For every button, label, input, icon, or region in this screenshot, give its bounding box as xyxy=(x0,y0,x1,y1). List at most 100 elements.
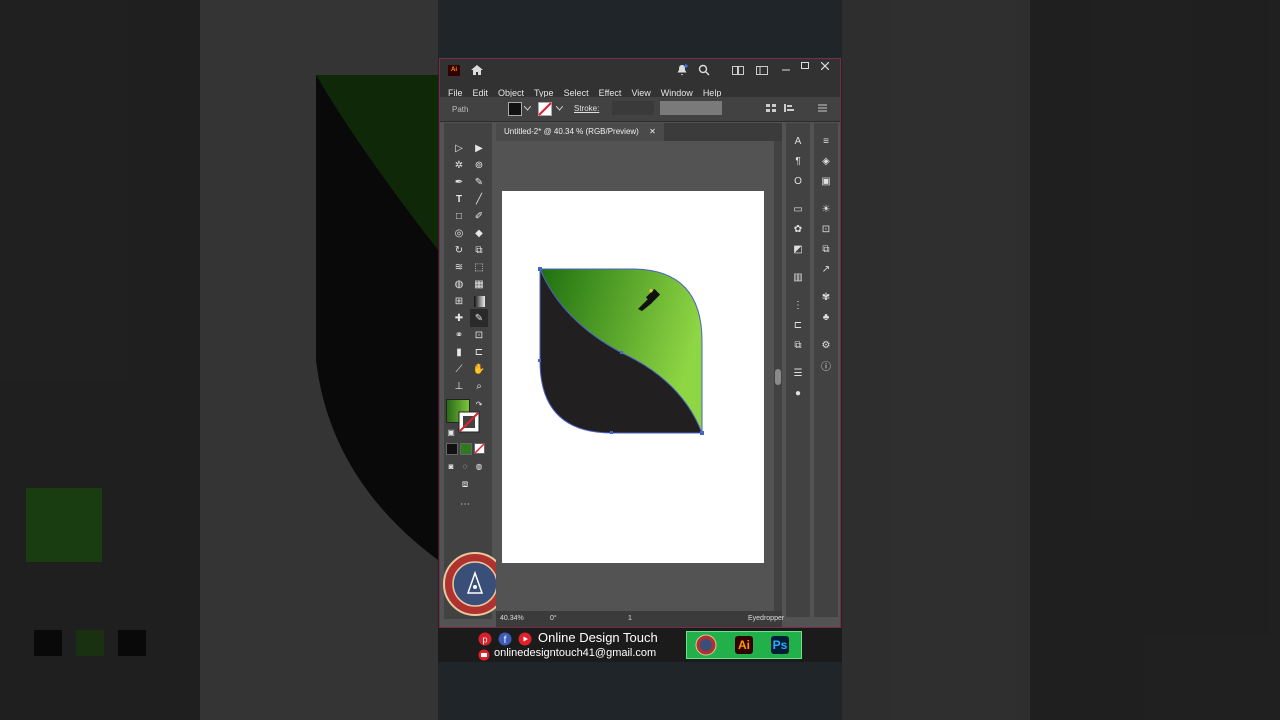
swatches-icon[interactable]: ⊡ xyxy=(820,223,832,235)
stroke-panel-icon[interactable]: ☰ xyxy=(792,367,804,379)
workspace-icon[interactable] xyxy=(756,66,768,75)
shaper-tool-icon[interactable]: ◎ xyxy=(452,226,466,240)
eraser-icon[interactable]: ◆ xyxy=(472,226,486,240)
align-icon[interactable] xyxy=(766,103,776,113)
lasso-icon[interactable]: ⊚ xyxy=(472,158,486,172)
export-icon[interactable]: ↗ xyxy=(820,263,832,275)
none-mode-button[interactable] xyxy=(474,443,486,455)
artboard[interactable] xyxy=(502,191,764,563)
zoom-level[interactable]: 40.34% xyxy=(500,615,524,622)
appearance-icon[interactable]: ✿ xyxy=(792,223,804,235)
eyedropper-active-icon[interactable]: ✎ xyxy=(470,309,488,327)
direct-selection-tool-icon[interactable]: ▶ xyxy=(472,141,486,155)
vertical-scrollbar[interactable] xyxy=(774,141,782,611)
pathfinder-panel-icon[interactable]: ⧉ xyxy=(792,339,804,351)
facebook-icon[interactable]: f xyxy=(498,632,512,646)
hand-tool-icon[interactable]: ✋ xyxy=(472,362,486,376)
scale-tool-icon[interactable]: ⧉ xyxy=(472,243,486,257)
free-transform-icon[interactable]: ⬚ xyxy=(472,260,486,274)
blend-tool-icon[interactable]: ⚭ xyxy=(452,328,466,342)
symbols-icon[interactable]: ♣ xyxy=(820,311,832,323)
pen-tool-icon[interactable]: ✒ xyxy=(452,175,466,189)
image-trace-icon[interactable]: ◩ xyxy=(792,243,804,255)
pinterest-icon[interactable]: p xyxy=(478,632,492,646)
svg-text:f: f xyxy=(504,635,507,646)
chevron-down-icon[interactable] xyxy=(524,106,531,111)
close-icon[interactable] xyxy=(821,62,829,70)
properties-icon[interactable]: ≡ xyxy=(820,135,832,147)
distribute-panel-icon[interactable]: ⊏ xyxy=(792,319,804,331)
color-icon[interactable]: ☀ xyxy=(820,203,832,215)
magic-wand-icon[interactable]: ✲ xyxy=(452,158,466,172)
screen-mode-icon[interactable]: ⧈ xyxy=(458,477,472,491)
bell-icon[interactable] xyxy=(676,64,688,76)
shape-builder-icon[interactable]: ◍ xyxy=(452,277,466,291)
arrange-documents-icon[interactable] xyxy=(732,66,744,75)
swap-colors-icon[interactable]: ↷ xyxy=(472,397,486,411)
layers-icon[interactable]: ◈ xyxy=(820,155,832,167)
chevron-down-icon[interactable] xyxy=(556,106,563,111)
search-icon[interactable] xyxy=(698,64,710,76)
draw-inside-icon[interactable]: ◍ xyxy=(472,459,486,473)
brushes-icon[interactable]: ✾ xyxy=(820,291,832,303)
background-dim-right xyxy=(842,0,1280,720)
gradient-mode-button[interactable] xyxy=(460,443,472,455)
stroke-weight-field[interactable] xyxy=(612,101,654,115)
artboard-number[interactable]: 1 xyxy=(628,615,632,622)
character-icon[interactable]: A xyxy=(792,135,804,147)
scroll-thumb[interactable] xyxy=(775,369,781,385)
type-tool-icon[interactable]: T xyxy=(452,192,466,206)
default-colors-icon[interactable]: ▣ xyxy=(444,425,458,439)
document-tab[interactable]: Untitled-2* @ 40.34 % (RGB/Preview) ✕ xyxy=(496,123,664,141)
color-mode-button[interactable] xyxy=(446,443,458,455)
artboard-tool-icon[interactable]: ⊏ xyxy=(472,345,486,359)
perspective-grid-icon[interactable]: ▦ xyxy=(472,277,486,291)
rotation-value[interactable]: 0° xyxy=(550,615,557,622)
rotate-tool-icon[interactable]: ↻ xyxy=(452,243,466,257)
graphic-styles-icon[interactable]: ⚙ xyxy=(820,339,832,351)
warp-tool-icon[interactable]: ≋ xyxy=(452,260,466,274)
canvas-area[interactable] xyxy=(496,141,774,611)
paintbrush-icon[interactable]: ✐ xyxy=(472,209,486,223)
opacity-field[interactable] xyxy=(660,101,722,115)
stroke-color-swatch[interactable] xyxy=(458,411,480,433)
tab-close-icon[interactable]: ✕ xyxy=(649,127,656,136)
eyedropper-cursor-icon xyxy=(638,288,661,311)
gradient-panel-icon[interactable]: ▥ xyxy=(792,271,804,283)
transform-icon[interactable] xyxy=(784,103,796,113)
title-bar: Ai xyxy=(440,59,840,81)
fill-swatch[interactable] xyxy=(508,102,522,116)
slice-tool-icon[interactable]: ⟋ xyxy=(452,362,466,376)
document-tab-bar: Untitled-2* @ 40.34 % (RGB/Preview) ✕ xyxy=(496,123,782,141)
stroke-swatch[interactable] xyxy=(538,102,552,116)
links-icon[interactable]: ⧉ xyxy=(820,243,832,255)
maximize-icon[interactable] xyxy=(801,62,809,70)
more-tools-icon[interactable]: ⋯ xyxy=(458,497,472,511)
mesh-tool-icon[interactable]: ⊞ xyxy=(452,294,466,308)
home-icon[interactable] xyxy=(470,64,484,76)
draw-normal-icon[interactable]: ◙ xyxy=(444,459,458,473)
tools-panel: ▷ ▶ ✲ ⊚ ✒ ✎ T ╱ □ ✐ ◎ ◆ ↻ ⧉ ≋ ⬚ ◍ ▦ ⊞ ✚ … xyxy=(443,123,507,619)
minimize-icon[interactable] xyxy=(782,65,790,73)
symbol-sprayer-icon[interactable]: ⊡ xyxy=(472,328,486,342)
transparency-icon[interactable]: ▭ xyxy=(792,203,804,215)
eyedropper-icon[interactable]: ✚ xyxy=(452,311,466,325)
opentype-icon[interactable]: O xyxy=(792,175,804,187)
gradient-tool-icon[interactable] xyxy=(472,294,486,308)
graph-tool-icon[interactable]: ▮ xyxy=(452,345,466,359)
menu-lines-icon[interactable] xyxy=(818,104,827,112)
selection-tool-icon[interactable]: ▷ xyxy=(452,141,466,155)
youtube-icon[interactable] xyxy=(518,632,532,646)
info-icon[interactable]: ⓘ xyxy=(820,359,832,373)
paragraph-icon[interactable]: ¶ xyxy=(792,155,804,167)
draw-behind-icon[interactable]: ◌ xyxy=(458,459,472,473)
puppet-warp-icon[interactable]: ⊥ xyxy=(452,379,466,393)
zoom-tool-icon[interactable]: ⌕ xyxy=(472,379,486,393)
leaf-artwork[interactable] xyxy=(502,191,764,563)
align-panel-icon[interactable]: ⋮ xyxy=(792,299,804,311)
rectangle-tool-icon[interactable]: □ xyxy=(452,209,466,223)
libraries-icon[interactable]: ▣ xyxy=(820,175,832,187)
line-tool-icon[interactable]: ╱ xyxy=(472,192,486,206)
color-guide-icon[interactable]: ● xyxy=(792,387,804,399)
curvature-tool-icon[interactable]: ✎ xyxy=(472,175,486,189)
